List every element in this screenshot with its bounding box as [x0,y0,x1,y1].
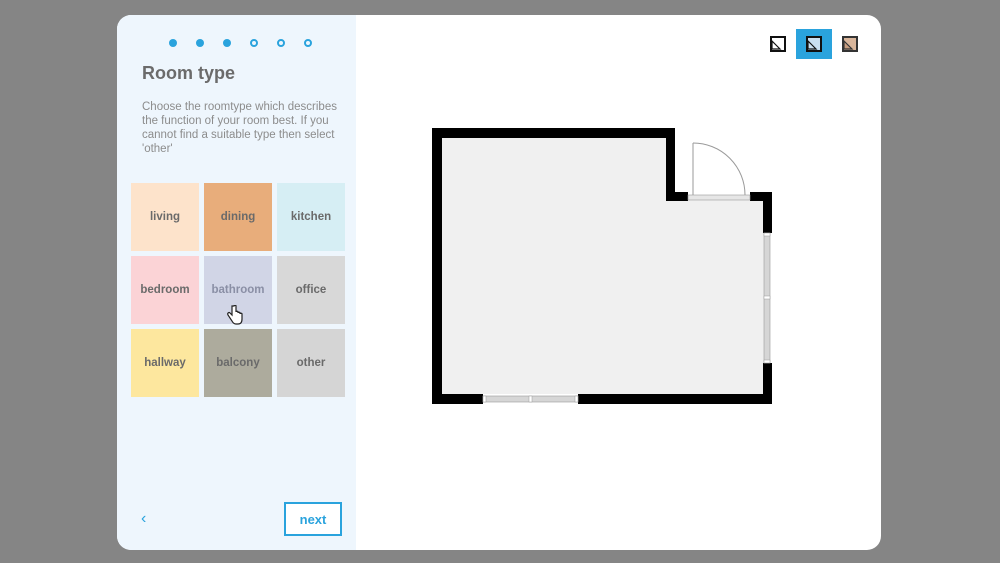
room-wizard-card: Room type Choose the roomtype which desc… [117,15,881,550]
window-bottom[interactable] [482,395,579,403]
room-floor[interactable] [442,138,767,394]
door[interactable] [687,142,751,201]
floor-plan [432,128,772,404]
window-right[interactable] [763,232,771,364]
